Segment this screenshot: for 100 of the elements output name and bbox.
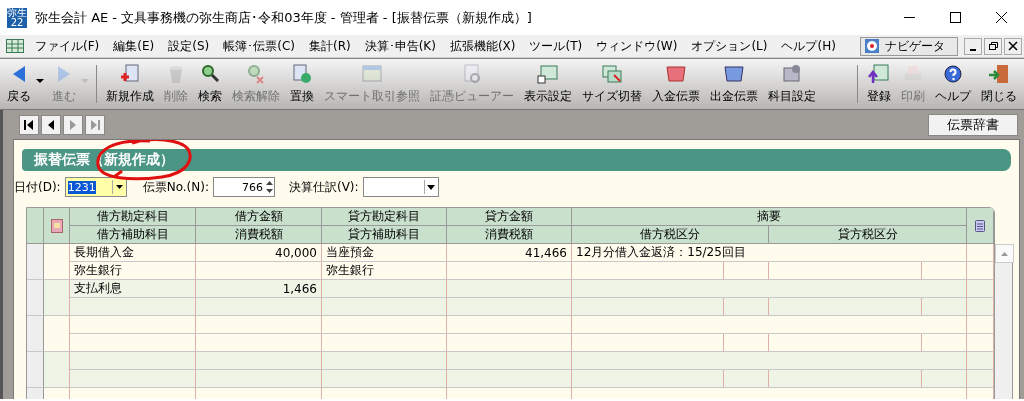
table-cell <box>967 334 994 352</box>
menu-item[interactable]: 拡張機能(X) <box>442 37 523 55</box>
app-logo: 弥生 22 <box>7 7 27 28</box>
minimize-icon <box>903 17 915 18</box>
search-icon <box>199 63 221 85</box>
last-record-icon <box>89 118 101 131</box>
menu-item[interactable]: ファイル(F) <box>28 37 107 55</box>
column-header: 摘要 <box>572 208 967 226</box>
close-button[interactable] <box>1004 37 1022 55</box>
table-cell <box>724 370 769 388</box>
first-record-button[interactable] <box>19 114 39 135</box>
table-cell: 41,466 <box>447 244 572 262</box>
table-cell <box>922 370 967 388</box>
table-cell <box>967 316 994 334</box>
table-cell: 支払利息 <box>70 280 196 298</box>
magnifier-cross-icon <box>245 63 267 85</box>
right-arrow-icon <box>58 66 70 82</box>
window-icon <box>361 63 383 85</box>
dictionary-button[interactable]: 伝票辞書 <box>928 113 1018 136</box>
table-cell <box>724 298 769 316</box>
notepad-icon <box>975 219 985 232</box>
table-cell <box>922 262 967 280</box>
toolbar-button[interactable]: 出金伝票 <box>705 59 763 109</box>
dropdown-arrow-icon <box>427 184 436 190</box>
window-check-icon <box>537 63 559 85</box>
door-arrow-icon <box>988 63 1010 85</box>
column-header: 借方税区分 <box>572 226 769 244</box>
voucher-number-field[interactable]: 766 <box>212 177 275 197</box>
column-header: 消費税額 <box>196 226 322 244</box>
menu-item[interactable]: 決算･申告(K) <box>357 37 443 55</box>
table-cell <box>44 244 70 280</box>
toolbar-button[interactable]: 検索 <box>193 59 227 109</box>
toolbar-button[interactable]: 科目設定 <box>763 59 821 109</box>
menu-item[interactable]: ツール(T) <box>522 37 590 55</box>
left-arrow-icon <box>13 66 25 82</box>
toolbar-button[interactable]: 戻る <box>2 59 47 109</box>
menu-item[interactable]: 集計(R) <box>301 37 358 55</box>
document-magnifier-icon <box>461 63 483 85</box>
previous-record-button[interactable] <box>41 114 61 135</box>
field-label: 決算仕訳(V): <box>288 178 359 196</box>
column-header: 借方補助科目 <box>70 226 196 244</box>
help-icon <box>942 63 964 85</box>
toolbar-button[interactable]: 置換 <box>285 59 319 109</box>
menu-item[interactable]: ヘルプ(H) <box>774 37 843 55</box>
table-cell <box>922 334 967 352</box>
column-header: 借方金額 <box>196 208 322 226</box>
menu-item[interactable]: 編集(E) <box>106 37 162 55</box>
table-cell <box>44 316 70 352</box>
column-header: 貸方税区分 <box>769 226 967 244</box>
table-cell <box>724 334 769 352</box>
restore-button[interactable] <box>984 37 1002 55</box>
table-cell: 1,466 <box>196 280 322 298</box>
caret-icon <box>36 79 44 83</box>
column-header: 貸方金額 <box>447 208 572 226</box>
table-cell <box>967 280 994 298</box>
date-field[interactable]: 1231 <box>64 177 127 197</box>
menu-item[interactable]: 帳簿･伝票(C) <box>216 37 302 55</box>
toolbar-button[interactable]: 新規作成 <box>101 59 159 109</box>
grid-icon <box>6 39 24 53</box>
document-up-arrow-icon <box>868 63 890 85</box>
table-cell: 弥生銀行 <box>70 262 196 280</box>
scrollbar[interactable] <box>995 244 1013 399</box>
table-cell <box>967 262 994 280</box>
field-label: 日付(D): <box>14 178 61 196</box>
maximize-icon <box>947 10 963 25</box>
column-header: 消費税額 <box>447 226 572 244</box>
dropdown-arrow-icon <box>115 185 123 189</box>
table-cell <box>967 352 994 370</box>
menu-item[interactable]: ウィンドウ(W) <box>589 37 685 55</box>
toolbar-button[interactable]: 閉じる <box>976 59 1022 109</box>
spinner-icon <box>264 179 274 195</box>
toolbar-button[interactable]: 入金伝票 <box>647 59 705 109</box>
toolbar-button[interactable]: 登録 <box>862 59 896 109</box>
minimize-button[interactable] <box>964 37 982 55</box>
table-cell <box>967 370 994 388</box>
toolbar-button[interactable]: 表示設定 <box>519 59 577 109</box>
scroll-up-arrow-icon <box>1001 251 1008 256</box>
close-icon <box>1007 40 1019 52</box>
table-cell: 弥生銀行 <box>322 262 447 280</box>
field-label: 伝票No.(N): <box>142 178 209 196</box>
table-cell: 当座預金 <box>322 244 447 262</box>
menu-item[interactable]: 設定(S) <box>161 37 217 55</box>
windows-arrow-icon <box>601 63 623 85</box>
document-plus-icon <box>119 63 141 85</box>
navigator-button[interactable]: ナビゲータ <box>860 36 958 56</box>
menu-item[interactable]: オプション(L) <box>684 37 775 55</box>
card-icon <box>723 63 745 85</box>
table-cell <box>724 262 769 280</box>
closing-entry-dropdown[interactable] <box>362 177 439 197</box>
table-cell <box>922 298 967 316</box>
book-icon <box>50 218 63 233</box>
toolbar-button[interactable]: ヘルプ <box>930 59 976 109</box>
table-cell: 40,000 <box>196 244 322 262</box>
table-cell: 12月分借入金返済：15/25回目 <box>572 244 967 262</box>
minimize-icon <box>970 49 976 51</box>
table-cell <box>44 352 70 388</box>
table-cell <box>967 244 994 262</box>
toolbar-button[interactable]: サイズ切替 <box>577 59 647 109</box>
window-title: 弥生会計 AE - 文具事務機の弥生商店･令和03年度 - 管理者 - [振替伝票（新規作成）] <box>35 8 533 27</box>
table-cell <box>44 280 70 316</box>
